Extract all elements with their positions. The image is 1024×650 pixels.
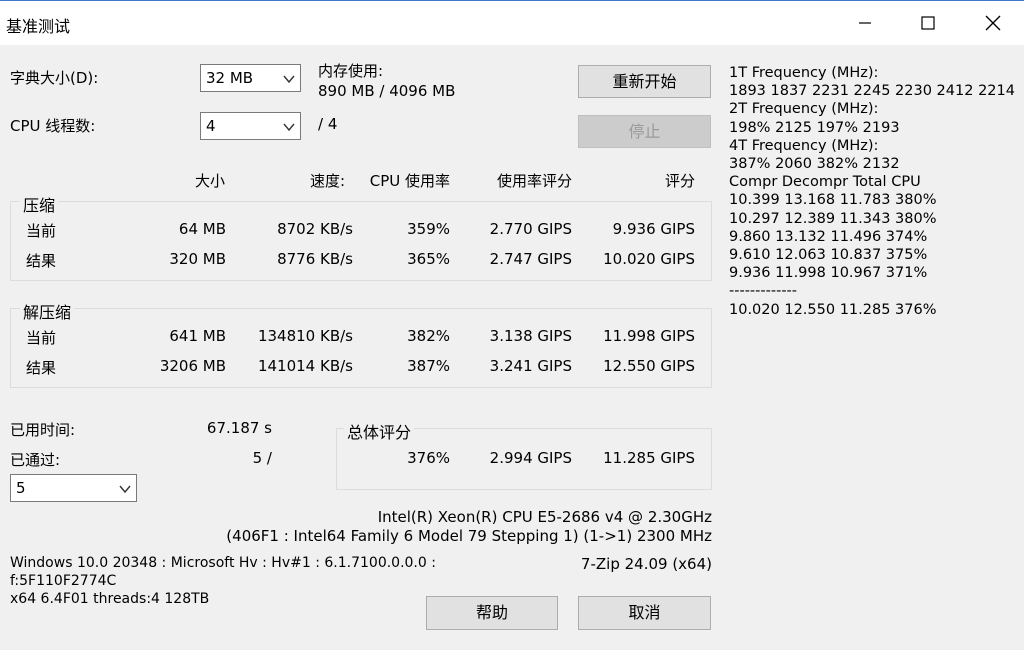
decompress-result-cpu: 387%: [407, 357, 450, 375]
decompress-current-speed: 134810 KB/s: [257, 327, 353, 345]
stop-button[interactable]: 停止: [578, 115, 711, 148]
decompress-result-rating: 12.550 GIPS: [603, 357, 695, 375]
help-button[interactable]: 帮助: [426, 596, 558, 630]
decompress-current-rating: 11.998 GIPS: [603, 327, 695, 345]
threads-value: 4: [206, 117, 216, 135]
decompress-result-label: 结果: [26, 359, 57, 377]
decompress-current-label: 当前: [26, 329, 57, 347]
compress-current-cpu: 359%: [407, 220, 450, 238]
dict-size-select[interactable]: 32 MB: [200, 64, 301, 92]
dict-size-value: 32 MB: [206, 69, 254, 87]
minimize-icon: [859, 22, 871, 24]
dict-size-label: 字典大小(D):: [10, 69, 99, 87]
compress-current-speed: 8702 KB/s: [277, 220, 353, 238]
header-cpu: CPU 使用率: [369, 172, 450, 190]
panel-line: 4T Frequency (MHz):: [729, 137, 879, 154]
panel-line: 9.936 11.998 10.967 371%: [729, 265, 928, 282]
panel-line: 1T Frequency (MHz):: [729, 65, 879, 81]
passes-label: 已通过:: [10, 451, 61, 469]
panel-line: -------------: [729, 283, 798, 300]
decompress-group: [10, 308, 712, 388]
compress-current-size: 64 MB: [178, 220, 226, 238]
decompress-result-size: 3206 MB: [159, 357, 226, 375]
window-title: 基准测试: [6, 17, 71, 36]
header-size: 大小: [194, 172, 225, 190]
close-icon: [985, 15, 1001, 31]
compress-group: [10, 201, 712, 281]
compress-current-rating: 9.936 GIPS: [612, 220, 695, 238]
total-title: 总体评分: [344, 419, 415, 443]
elapsed-value: 67.187 s: [206, 419, 272, 437]
passes-select-value: 5: [16, 479, 26, 497]
threads-select[interactable]: 4: [200, 112, 301, 140]
memory-value: 890 MB / 4096 MB: [318, 82, 456, 100]
panel-line: Compr Decompr Total CPU: [729, 174, 921, 191]
sys-info-line3: x64 6.4F01 threads:4 128TB: [10, 591, 210, 607]
chevron-down-icon: [283, 123, 295, 132]
cpu-info-line2: (406F1 : Intel64 Family 6 Model 79 Stepp…: [226, 527, 712, 545]
header-rating-usage: 使用率评分: [496, 172, 572, 190]
passes-select[interactable]: 5: [10, 474, 137, 502]
chevron-down-icon: [119, 485, 131, 494]
passes-value: 5 /: [252, 449, 272, 467]
close-button[interactable]: [970, 1, 1016, 45]
panel-line: 10.297 12.389 11.343 380%: [729, 210, 937, 227]
panel-line: 387% 2060 382% 2132: [729, 156, 900, 173]
restart-button[interactable]: 重新开始: [578, 65, 711, 98]
decompress-title: 解压缩: [20, 299, 75, 323]
panel-line: 9.610 12.063 10.837 375%: [729, 247, 928, 264]
panel-line: 198% 2125 197% 2193: [729, 119, 900, 136]
decompress-result-rating-usage: 3.241 GIPS: [489, 357, 572, 375]
panel-line: 10.399 13.168 11.783 380%: [729, 192, 937, 209]
elapsed-label: 已用时间:: [10, 421, 76, 439]
compress-result-size: 320 MB: [169, 250, 226, 268]
header-speed: 速度:: [309, 172, 345, 190]
decompress-current-rating-usage: 3.138 GIPS: [489, 327, 572, 345]
decompress-result-speed: 141014 KB/s: [257, 357, 353, 375]
compress-result-rating: 10.020 GIPS: [603, 250, 695, 268]
frequency-results-panel: 1T Frequency (MHz): 1893 1837 2231 2245 …: [729, 64, 1015, 319]
threads-label: CPU 线程数:: [10, 117, 96, 135]
compress-result-speed: 8776 KB/s: [277, 250, 353, 268]
maximize-icon: [921, 16, 935, 30]
version-label: 7-Zip 24.09 (x64): [580, 555, 712, 573]
compress-title: 压缩: [20, 192, 59, 216]
compress-result-label: 结果: [26, 252, 57, 270]
decompress-current-size: 641 MB: [169, 327, 226, 345]
panel-line: 1893 1837 2231 2245 2230 2412 2214: [729, 83, 1015, 100]
sys-info-line1: Windows 10.0 20348 : Microsoft Hv : Hv#1…: [10, 555, 436, 571]
total-cpu: 376%: [407, 449, 450, 467]
panel-line: 2T Frequency (MHz):: [729, 101, 879, 118]
compress-result-cpu: 365%: [407, 250, 450, 268]
compress-current-rating-usage: 2.770 GIPS: [489, 220, 572, 238]
compress-current-label: 当前: [26, 222, 57, 240]
compress-result-rating-usage: 2.747 GIPS: [489, 250, 572, 268]
maximize-button[interactable]: [905, 1, 951, 45]
header-rating: 评分: [664, 172, 695, 190]
threads-max: / 4: [318, 115, 338, 133]
panel-line: 9.860 13.132 11.496 374%: [729, 228, 928, 245]
total-rating: 11.285 GIPS: [603, 449, 695, 467]
decompress-current-cpu: 382%: [407, 327, 450, 345]
chevron-down-icon: [283, 75, 295, 84]
cpu-info-line1: Intel(R) Xeon(R) CPU E5-2686 v4 @ 2.30GH…: [377, 508, 712, 526]
cancel-button[interactable]: 取消: [578, 596, 711, 630]
memory-label: 内存使用:: [318, 62, 384, 80]
minimize-button[interactable]: [842, 1, 888, 45]
title-bar: 基准测试: [0, 0, 1024, 45]
sys-info-line2: f:5F110F2774C: [10, 573, 117, 589]
total-rating-usage: 2.994 GIPS: [489, 449, 572, 467]
panel-line: 10.020 12.550 11.285 376%: [729, 301, 937, 318]
